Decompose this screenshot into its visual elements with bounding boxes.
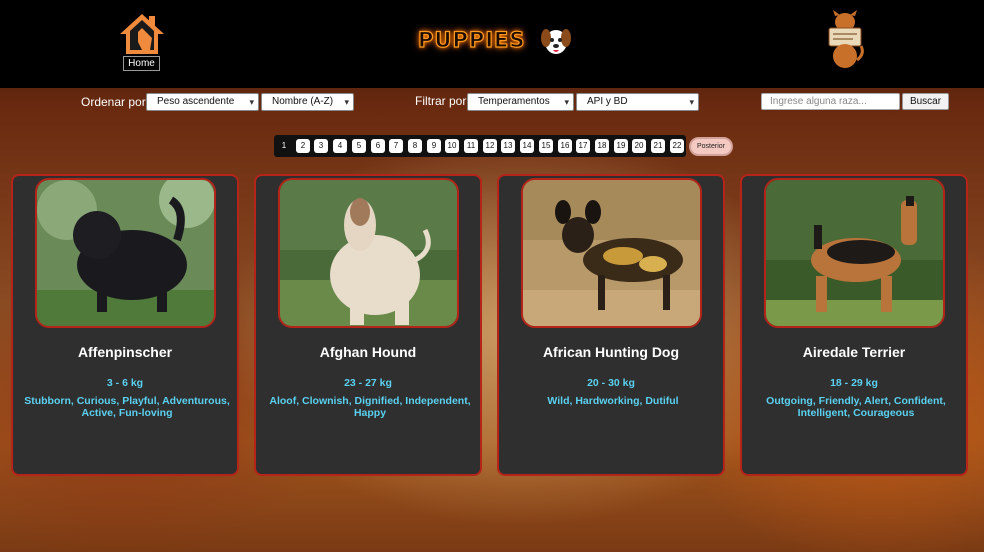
- filter-type-select[interactable]: Temperamentos ▾: [467, 93, 574, 111]
- page-button[interactable]: 14: [520, 139, 534, 153]
- search-button[interactable]: Buscar: [902, 93, 949, 110]
- sort-label: Ordenar por:: [81, 95, 150, 109]
- breed-photo: [35, 178, 216, 328]
- sort-name-value: Nombre (A-Z): [272, 96, 334, 107]
- breed-weight: 18 - 29 kg: [830, 377, 878, 389]
- page-button[interactable]: 6: [371, 139, 385, 153]
- page-button[interactable]: 21: [651, 139, 665, 153]
- brand-title: PUPPIES: [417, 27, 526, 52]
- breed-name: Affenpinscher: [77, 344, 173, 360]
- breed-photo: [278, 178, 459, 328]
- search-input[interactable]: Ingrese alguna raza...: [761, 93, 900, 110]
- breed-name: Airedale Terrier: [802, 344, 906, 360]
- breed-photo: [521, 178, 702, 328]
- breed-temperament: Stubborn, Curious, Playful, Adventurous,…: [24, 395, 230, 419]
- page-button[interactable]: 1: [277, 139, 291, 153]
- page-button[interactable]: 9: [427, 139, 441, 153]
- chevron-down-icon: ▾: [689, 97, 694, 107]
- breed-name: Afghan Hound: [319, 344, 417, 360]
- breed-card[interactable]: Affenpinscher 3 - 6 kg Stubborn, Curious…: [11, 174, 239, 476]
- sort-weight-value: Peso ascendente: [157, 96, 235, 107]
- page-button[interactable]: 5: [352, 139, 366, 153]
- breed-weight: 3 - 6 kg: [106, 377, 144, 389]
- breed-card[interactable]: Airedale Terrier 18 - 29 kg Outgoing, Fr…: [740, 174, 968, 476]
- page-button[interactable]: 22: [670, 139, 684, 153]
- home-label[interactable]: Home: [123, 56, 160, 71]
- next-page-button[interactable]: Posterior: [689, 137, 733, 156]
- page-button[interactable]: 16: [558, 139, 572, 153]
- chevron-down-icon: ▾: [564, 97, 569, 107]
- page-button[interactable]: 17: [576, 139, 590, 153]
- filter-label: Filtrar por:: [415, 94, 470, 108]
- page-button[interactable]: 3: [314, 139, 328, 153]
- filter-source-value: API y BD: [587, 96, 628, 107]
- page-button[interactable]: 20: [632, 139, 646, 153]
- puppy-icon: [541, 29, 571, 54]
- breed-weight: 20 - 30 kg: [587, 377, 635, 389]
- dog-mascot-icon: [828, 10, 864, 68]
- page-button[interactable]: 11: [464, 139, 478, 153]
- chevron-down-icon: ▾: [344, 97, 349, 107]
- page-button[interactable]: 12: [483, 139, 497, 153]
- breed-card[interactable]: Afghan Hound 23 - 27 kg Aloof, Clownish,…: [254, 174, 482, 476]
- filter-source-select[interactable]: API y BD ▾: [576, 93, 699, 111]
- page-button[interactable]: 10: [445, 139, 459, 153]
- page-button[interactable]: 18: [595, 139, 609, 153]
- page-button[interactable]: 4: [333, 139, 347, 153]
- chevron-down-icon: ▾: [249, 97, 254, 107]
- breed-photo: [764, 178, 945, 328]
- breed-temperament: Wild, Hardworking, Dutiful: [547, 395, 679, 407]
- breed-temperament: Outgoing, Friendly, Alert, Confident, In…: [766, 395, 946, 419]
- breed-weight: 23 - 27 kg: [344, 377, 392, 389]
- top-header: Home PUPPIES: [0, 0, 984, 88]
- page-button[interactable]: 7: [389, 139, 403, 153]
- filter-type-value: Temperamentos: [478, 96, 550, 107]
- breed-temperament: Aloof, Clownish, Dignified, Independent,…: [269, 395, 471, 419]
- breed-name: African Hunting Dog: [542, 344, 680, 360]
- page-button[interactable]: 15: [539, 139, 553, 153]
- sort-weight-select[interactable]: Peso ascendente ▾: [146, 93, 259, 111]
- page-button[interactable]: 2: [296, 139, 310, 153]
- home-icon: [120, 14, 164, 54]
- page-button[interactable]: 8: [408, 139, 422, 153]
- page-button[interactable]: 13: [501, 139, 515, 153]
- page-button[interactable]: 19: [614, 139, 628, 153]
- sort-name-select[interactable]: Nombre (A-Z) ▾: [261, 93, 354, 111]
- breed-card[interactable]: African Hunting Dog 20 - 30 kg Wild, Har…: [497, 174, 725, 476]
